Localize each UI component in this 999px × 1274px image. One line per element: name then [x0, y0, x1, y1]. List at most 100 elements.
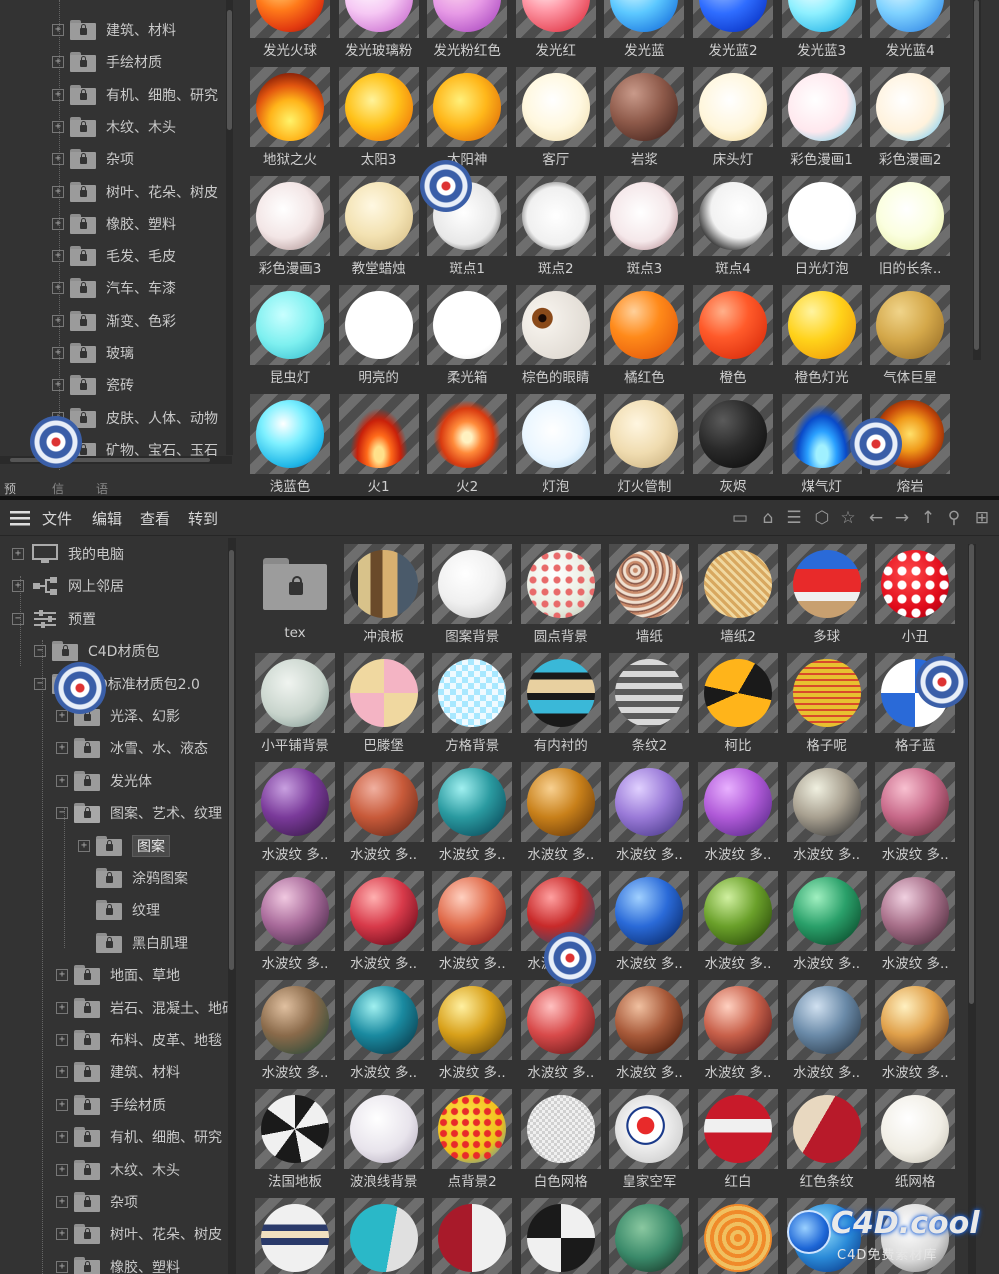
material-tile[interactable]: 昆虫灯: [250, 285, 330, 386]
tree-item[interactable]: + 橡胶、塑料: [52, 208, 176, 240]
material-tile[interactable]: 多球: [786, 544, 867, 645]
material-tile[interactable]: 水波纹 多..: [786, 980, 867, 1081]
material-tile[interactable]: 彩色漫画1: [781, 67, 862, 168]
up-arrow-icon[interactable]: ↑: [918, 508, 938, 528]
material-tile[interactable]: [255, 1198, 335, 1274]
material-tile[interactable]: 小丑: [875, 544, 956, 645]
top-grid-scrollbar[interactable]: [973, 0, 981, 360]
expand-icon[interactable]: +: [52, 153, 64, 166]
material-tile[interactable]: 白色网格: [520, 1089, 601, 1190]
expand-icon[interactable]: +: [56, 1131, 68, 1144]
bottom-grid-scrollbar[interactable]: [968, 544, 976, 1274]
forward-arrow-icon[interactable]: →: [892, 508, 912, 528]
material-tile[interactable]: 皇家空军: [609, 1089, 690, 1190]
material-tile[interactable]: [343, 1198, 424, 1274]
expand-icon[interactable]: +: [52, 56, 64, 69]
material-tile[interactable]: 水波纹 多..: [520, 762, 601, 863]
menu-file[interactable]: 文件: [42, 508, 72, 529]
tree-item[interactable]: + 树叶、花朵、树皮: [56, 1218, 222, 1250]
tree-item[interactable]: − 预置: [12, 603, 96, 635]
material-tile[interactable]: 橙色灯光: [781, 285, 862, 386]
material-tile[interactable]: 水波纹 多..: [255, 762, 335, 863]
expand-icon[interactable]: +: [56, 1163, 68, 1176]
expand-icon[interactable]: +: [52, 379, 64, 392]
expand-icon[interactable]: +: [52, 120, 64, 133]
material-tile[interactable]: 水波纹 多..: [343, 980, 424, 1081]
material-tile[interactable]: 柯比: [698, 653, 778, 754]
material-tile[interactable]: 点背景2: [432, 1089, 513, 1190]
material-tile[interactable]: 水波纹 多..: [609, 762, 690, 863]
folder-tile[interactable]: tex: [255, 544, 335, 644]
collapse-icon[interactable]: −: [34, 677, 46, 690]
expand-icon[interactable]: +: [56, 969, 68, 982]
tree-item[interactable]: + 网上邻居: [12, 570, 124, 602]
material-tile[interactable]: 水波纹 多..: [432, 762, 513, 863]
material-tile[interactable]: 斑点3: [604, 176, 685, 277]
tree-item[interactable]: + 有机、细胞、研究: [56, 1121, 222, 1153]
material-tile[interactable]: 红白: [698, 1089, 778, 1190]
home-icon[interactable]: ⌂: [758, 508, 778, 528]
material-tile[interactable]: 小平铺背景: [255, 653, 335, 754]
tree-item[interactable]: + 有机、细胞、研究: [52, 79, 218, 111]
material-tile[interactable]: 教堂蜡烛: [338, 176, 419, 277]
material-tile[interactable]: 浅蓝色: [250, 394, 330, 495]
tree-item-selected[interactable]: + 图案: [78, 830, 170, 862]
expand-icon[interactable]: +: [52, 185, 64, 198]
material-tile[interactable]: 水波纹 多..: [520, 980, 601, 1081]
top-tree-scrollbar[interactable]: [226, 0, 233, 455]
expand-icon[interactable]: +: [56, 1034, 68, 1046]
material-tile[interactable]: 法国地板: [255, 1089, 335, 1190]
expand-icon[interactable]: +: [56, 1066, 68, 1079]
material-tile[interactable]: 彩色漫画2: [870, 67, 951, 168]
tree-item[interactable]: + 瓷砖: [52, 369, 134, 401]
cube-icon[interactable]: ⬡: [812, 508, 832, 528]
material-tile[interactable]: 水波纹 多..: [875, 980, 956, 1081]
menu-view[interactable]: 查看: [140, 508, 170, 529]
material-tile[interactable]: 发光蓝4: [870, 0, 951, 59]
material-tile[interactable]: 灯火管制: [604, 394, 685, 495]
material-tile[interactable]: 格子呢: [786, 653, 867, 754]
expand-icon[interactable]: +: [52, 282, 64, 295]
tree-item[interactable]: + 杂项: [52, 143, 134, 175]
material-tile[interactable]: [432, 1198, 513, 1274]
material-tile[interactable]: 水波纹 多..: [432, 980, 513, 1081]
expand-icon[interactable]: +: [56, 710, 68, 722]
material-tile[interactable]: 橙色: [693, 285, 773, 386]
material-tile[interactable]: 水波纹 多..: [698, 980, 778, 1081]
material-tile[interactable]: 水波纹 多..: [875, 762, 956, 863]
expand-icon[interactable]: +: [52, 88, 64, 101]
material-tile[interactable]: 发光蓝3: [781, 0, 862, 59]
material-tile[interactable]: 床头灯: [693, 67, 773, 168]
material-tile[interactable]: 水波纹 多..: [786, 871, 867, 972]
material-tile[interactable]: 橘红色: [604, 285, 685, 386]
material-tile[interactable]: 太阳3: [338, 67, 419, 168]
material-tile[interactable]: 水波纹 多..: [432, 871, 513, 972]
collapse-icon[interactable]: −: [12, 612, 24, 625]
material-tile[interactable]: 发光粉红色: [427, 0, 508, 59]
material-tile[interactable]: [520, 1198, 601, 1274]
tree-item[interactable]: + 地面、草地: [56, 959, 180, 991]
material-tile[interactable]: 岩浆: [604, 67, 685, 168]
material-tile[interactable]: 墙纸: [609, 544, 690, 645]
tree-item[interactable]: + 手绘材质: [56, 1089, 166, 1121]
material-tile[interactable]: 太阳神: [427, 67, 508, 168]
star-icon[interactable]: ☆: [838, 508, 858, 528]
menu-edit[interactable]: 编辑: [92, 508, 122, 529]
material-tile[interactable]: 灰烬: [693, 394, 773, 495]
material-tile[interactable]: 气体巨星: [870, 285, 951, 386]
material-tile[interactable]: 冲浪板: [343, 544, 424, 645]
material-tile[interactable]: 灯泡: [515, 394, 596, 495]
material-tile[interactable]: 水波纹 多..: [698, 762, 778, 863]
material-tile[interactable]: 巴滕堡: [343, 653, 424, 754]
expand-icon[interactable]: +: [56, 1260, 68, 1273]
tree-item[interactable]: + 手绘材质: [52, 46, 162, 78]
bottom-tree-scrollbar[interactable]: [228, 538, 236, 1274]
top-tree-scroll-thumb[interactable]: [227, 10, 232, 130]
tree-item[interactable]: + 橡胶、塑料: [56, 1251, 180, 1274]
filter-icon[interactable]: ☰: [784, 508, 804, 528]
material-tile[interactable]: 圆点背景: [520, 544, 601, 645]
material-tile[interactable]: 明亮的: [338, 285, 419, 386]
expand-icon[interactable]: +: [12, 580, 24, 593]
tree-item[interactable]: + 杂项: [56, 1186, 138, 1218]
material-tile[interactable]: 有内衬的: [520, 653, 601, 754]
